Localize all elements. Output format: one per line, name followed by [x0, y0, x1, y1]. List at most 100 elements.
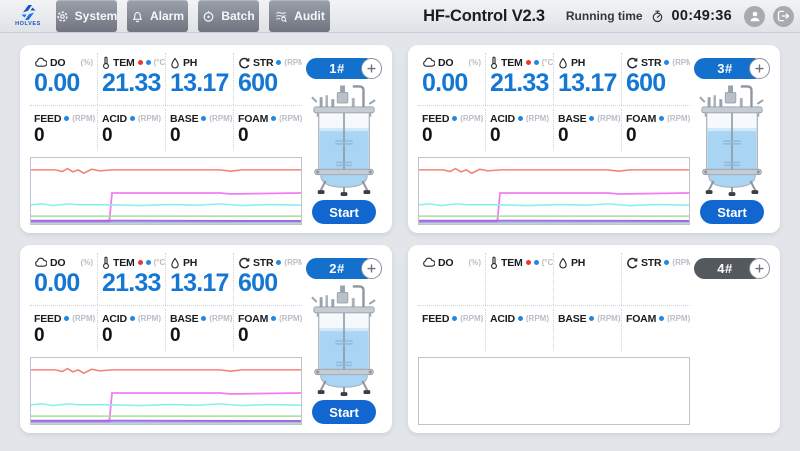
reactor-grid: DO(%)0.00TEM(°C)21.33PH13.17STR(RPM)600 …: [0, 33, 800, 433]
metric-tem: TEM(°C): [486, 253, 554, 305]
metric-label: PH: [183, 57, 197, 69]
add-button[interactable]: [361, 58, 382, 79]
metric-value: 600: [626, 69, 686, 98]
metric-unit: (RPM): [138, 314, 161, 323]
metric-foam: FOAM(RPM): [622, 309, 690, 351]
tab-label: System: [75, 9, 118, 23]
metric-label: FOAM: [626, 113, 656, 125]
metric-value: 0.00: [34, 69, 93, 98]
metric-base: BASE(RPM): [554, 309, 622, 351]
metric-label: BASE: [558, 313, 586, 325]
metric-unit: (°C): [154, 258, 166, 267]
metric-unit: (RPM): [667, 114, 690, 123]
add-button[interactable]: [749, 58, 770, 79]
status-dot: [130, 316, 135, 321]
status-dot: [589, 116, 594, 121]
thermometer-icon: [102, 56, 110, 69]
metric-label: DO: [50, 57, 65, 69]
trend-line-magenta: [31, 193, 301, 222]
metric-value: 0: [102, 125, 161, 147]
metric-label: BASE: [170, 113, 198, 125]
metric-ph: PH13.17: [554, 53, 622, 105]
status-dot: [146, 260, 151, 265]
top-bar: HOLVES System Alarm Batch Audit HF-Contr…: [0, 0, 800, 33]
status-dot: [659, 316, 664, 321]
metric-ph: PH13.17: [166, 53, 234, 105]
metric-do: DO(%): [418, 253, 486, 305]
stopwatch-icon: [651, 10, 664, 23]
reactor-vessel-image: [307, 280, 381, 400]
primary-metrics-row: DO(%)0.00TEM(°C)21.33PH13.17STR(RPM)600: [30, 253, 302, 306]
metric-value: 0: [102, 325, 161, 347]
trend-line-magenta: [31, 393, 301, 422]
metric-acid: ACID(RPM)0: [486, 109, 554, 151]
trend-chart: [30, 357, 302, 425]
metric-label: FOAM: [238, 113, 268, 125]
reactor-badge: 1#: [306, 58, 382, 79]
add-button[interactable]: [749, 258, 770, 279]
metric-unit: (RPM): [526, 314, 549, 323]
plus-icon: [366, 263, 377, 274]
tab-batch[interactable]: Batch: [198, 0, 259, 32]
metric-value: 0: [422, 125, 481, 147]
start-button[interactable]: Start: [312, 200, 376, 224]
metric-unit: (RPM): [597, 114, 620, 123]
cloud-icon: [422, 57, 435, 68]
metric-label: FEED: [34, 113, 61, 125]
metric-acid: ACID(RPM)0: [98, 109, 166, 151]
bell-icon: [131, 10, 144, 23]
metric-do: DO(%)0.00: [418, 53, 486, 105]
status-dot: [534, 60, 539, 65]
add-button[interactable]: [361, 258, 382, 279]
metric-value: 0: [238, 125, 298, 147]
start-button[interactable]: Start: [700, 200, 764, 224]
primary-metrics-row: DO(%)0.00TEM(°C)21.33PH13.17STR(RPM)600: [418, 53, 690, 106]
tab-audit[interactable]: Audit: [269, 0, 330, 32]
tab-alarm[interactable]: Alarm: [127, 0, 188, 32]
trend-line-cyan: [31, 404, 301, 406]
start-button[interactable]: Start: [312, 400, 376, 424]
app-title: HF-Control V2.3: [423, 0, 545, 32]
metric-tem: TEM(°C)21.33: [98, 253, 166, 305]
metric-foam: FOAM (RPM) 0: [234, 109, 302, 151]
metric-value: 0: [558, 125, 617, 147]
audit-icon: [274, 10, 288, 23]
metric-feed: FEED(RPM)0: [418, 109, 486, 151]
plus-icon: [366, 63, 377, 74]
pump-metrics-row: FEED(RPM)0ACID(RPM)0BASE(RPM)0FOAM(RPM)0: [418, 106, 690, 151]
metric-base: BASE(RPM)0: [554, 109, 622, 151]
metric-label: ACID: [490, 113, 515, 125]
trend-line-magenta: [419, 193, 689, 222]
running-time-value: 00:49:36: [672, 8, 732, 24]
status-dot: [64, 316, 69, 321]
metric-label: STR: [253, 257, 273, 269]
metric-value: 0: [170, 125, 229, 147]
metric-unit: (%): [469, 258, 481, 267]
logout-button[interactable]: [773, 6, 794, 27]
metric-unit: (%): [81, 258, 93, 267]
reactor-badge: 4#: [694, 258, 770, 279]
metric-value: 21.33: [490, 69, 549, 98]
metric-do: DO(%)0.00: [30, 53, 98, 105]
metric-unit: (RPM): [460, 114, 483, 123]
status-dot: [201, 316, 206, 321]
metric-acid: ACID(RPM)0: [98, 309, 166, 351]
status-dot: [526, 60, 531, 65]
user-button[interactable]: [744, 6, 765, 27]
metric-value: 0: [34, 325, 93, 347]
reactor-panel-4: DO(%)TEM(°C)PHSTR(RPM) FEED(RPM)ACID(RPM…: [408, 245, 780, 433]
metric-label: ACID: [490, 313, 515, 325]
metric-unit: (RPM): [284, 258, 302, 267]
target-icon: [202, 10, 215, 23]
drop-icon: [170, 57, 180, 69]
metric-unit: (RPM): [279, 114, 302, 123]
metric-str: STR(RPM)600: [234, 253, 302, 305]
tab-system[interactable]: System: [56, 0, 117, 32]
metric-unit: (RPM): [72, 314, 95, 323]
metric-str: STR(RPM)600: [622, 53, 690, 105]
tab-label: Alarm: [150, 9, 184, 23]
status-dot: [138, 260, 143, 265]
primary-metrics-row: DO(%)TEM(°C)PHSTR(RPM): [418, 253, 690, 306]
metric-value: 600: [238, 69, 298, 98]
metric-unit: (RPM): [672, 258, 690, 267]
